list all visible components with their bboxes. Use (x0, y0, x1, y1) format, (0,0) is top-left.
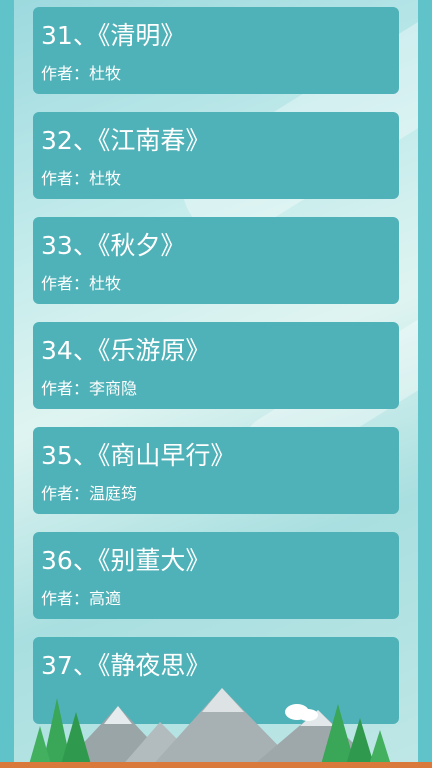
poem-author: 作者：杜牧 (41, 169, 122, 188)
poem-author: 作者：温庭筠 (41, 484, 138, 503)
poem-list-screen: 31、《清明》 作者：杜牧 32、《江南春》 作者：杜牧 33、《秋夕》 作者：… (0, 0, 432, 768)
left-edge-bar (0, 0, 14, 768)
poem-card[interactable]: 31、《清明》 作者：杜牧 (33, 7, 399, 94)
poem-card[interactable]: 33、《秋夕》 作者：杜牧 (33, 217, 399, 304)
poem-card[interactable]: 36、《别董大》 作者：高適 (33, 532, 399, 619)
poem-title: 33、《秋夕》 (41, 231, 186, 260)
poem-card[interactable]: 32、《江南春》 作者：杜牧 (33, 112, 399, 199)
poem-author: 作者：李商隐 (41, 379, 138, 398)
poem-title: 31、《清明》 (41, 21, 186, 50)
poem-author: 作者：杜牧 (41, 64, 122, 83)
poem-card[interactable]: 35、《商山早行》 作者：温庭筠 (33, 427, 399, 514)
poem-author: 作者：高適 (41, 589, 122, 608)
right-edge-bar (418, 0, 432, 768)
poem-card[interactable]: 34、《乐游原》 作者：李商隐 (33, 322, 399, 409)
poem-title: 37、《静夜思》 (41, 651, 211, 680)
poem-list: 31、《清明》 作者：杜牧 32、《江南春》 作者：杜牧 33、《秋夕》 作者：… (33, 7, 399, 742)
mountain-scenery-illustration (0, 688, 432, 768)
poem-title: 35、《商山早行》 (41, 441, 236, 470)
poem-title: 36、《别董大》 (41, 546, 211, 575)
poem-title: 32、《江南春》 (41, 126, 211, 155)
poem-title: 34、《乐游原》 (41, 336, 211, 365)
poem-author: 作者：杜牧 (41, 274, 122, 293)
